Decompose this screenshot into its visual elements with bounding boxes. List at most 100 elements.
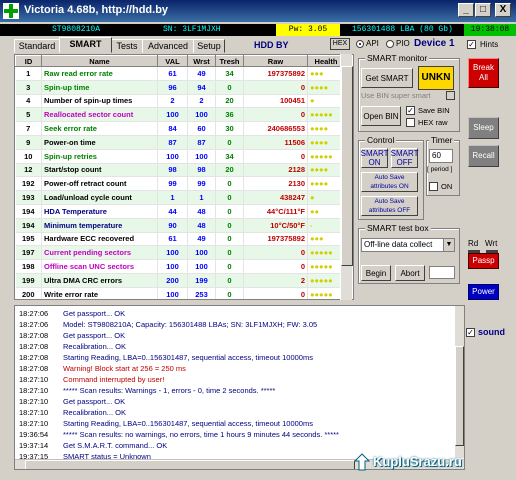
timer-on-checkbox[interactable] [429,182,438,191]
column-header-raw[interactable]: Raw [243,55,308,67]
log-timestamp: 18:27:06 [19,309,49,318]
scrollbar-thumb[interactable] [455,346,464,446]
attribute-raw: 240686553 [243,121,308,136]
attribute-raw: 0 [243,149,308,164]
abort-button[interactable]: Abort [395,265,425,281]
attribute-name: Minimum temperature [41,218,158,233]
log-timestamp: 19:36:54 [19,430,49,439]
table-row[interactable]: 198 Offline scan UNC sectors 100 100 0 0 ●●●●● [15,259,345,274]
save-bin-checkbox[interactable]: ✓ [406,106,415,115]
tab-advanced[interactable]: Advanced [142,39,194,53]
tab-setup[interactable]: Setup [193,39,225,53]
table-row[interactable]: 194 HDA Temperature 44 48 0 44°C/111°F ●● [15,204,345,219]
table-row[interactable]: 194 Minimum temperature 90 48 0 10°C/50°F - [15,218,345,233]
table-row[interactable]: 200 Write error rate 100 253 0 0 ●●●●● [15,287,345,299]
attribute-raw: 197375892 [243,232,308,247]
table-row[interactable]: 195 Hardware ECC recovered 61 49 0 197375892 ●… [15,232,345,247]
table-row[interactable]: 4 Number of spin-up times 2 2 20 100451 ● [15,94,345,109]
table-row[interactable]: 12 Start/stop count 98 98 20 2128 ●●●● [15,163,345,178]
log-message: Command interrupted by user! [63,375,165,384]
column-header-val[interactable]: VAL [157,55,188,67]
recall-button[interactable]: Recall [468,145,499,167]
table-row[interactable]: 199 Ultra DMA CRC errors 200 199 0 2 ●●●●● [15,273,345,288]
maximize-button[interactable]: □ [475,3,491,17]
timer-period-label: [ period ] [427,166,453,173]
smart-on-button[interactable]: SMART ON [361,148,389,168]
attribute-worst: 49 [187,66,216,81]
title-bar[interactable]: Victoria 4.68b, http://hdd.by _ □ X [0,0,516,22]
hex-button[interactable]: HEX [330,38,350,50]
passport-button[interactable]: Passp [468,253,499,269]
use-bin-checkbox[interactable] [446,91,455,100]
table-row[interactable]: 197 Current pending sectors 100 100 0 0 ●●●●● [15,245,345,261]
table-row[interactable]: 3 Spin-up time 96 94 0 0 ●●●● [15,80,345,95]
api-radio[interactable] [356,40,364,48]
attribute-health: - [307,218,345,233]
attribute-id: 193 [15,190,42,205]
column-header-id[interactable]: ID [15,55,42,67]
chevron-down-icon[interactable]: ▼ [443,239,454,251]
drive-info-bar: ST9808210A SN: 3LF1MJXH Pw: 3.05 1563014… [0,24,516,36]
begin-button[interactable]: Begin [361,265,391,281]
test-box-title: SMART test box [365,223,431,233]
get-smart-button[interactable]: Get SMART [361,68,413,88]
table-row[interactable]: 193 Load/unload cycle count 1 1 0 438247 ● [15,190,345,205]
tab-standard[interactable]: Standard [14,39,60,53]
table-row[interactable]: 9 Power-on time 87 87 0 11506 ●●●● [15,135,345,150]
attribute-health: ●●●● [307,80,345,95]
power-button[interactable]: Power [468,284,499,300]
attribute-worst: 100 [187,149,216,164]
attribute-name: Current pending sectors [41,245,158,261]
log-message: Get passport... OK [63,331,126,340]
log-entry: 18:27:08 Get passport... OK [15,330,457,341]
log-timestamp: 19:37:14 [19,441,49,450]
test-type-select[interactable]: Off-line data collect ▼ [361,238,455,252]
tab-smart[interactable]: SMART [59,37,112,53]
table-row[interactable]: 1 Raw read error rate 61 49 34 197375892 ●●● [15,66,345,81]
pio-radio[interactable] [386,40,394,48]
scrollbar-thumb[interactable] [341,66,353,266]
hints-checkbox[interactable]: ✓ [467,40,476,49]
event-log[interactable]: 18:27:06 Get passport... OK 18:27:06 Model:… [14,305,465,470]
table-row[interactable]: 7 Seek error rate 84 60 30 240686553 ●●●● [15,121,345,136]
open-bin-button[interactable]: Open BIN [361,106,401,126]
table-row[interactable]: 10 Spin-up retries 100 100 34 0 ●●●●● [15,149,345,164]
close-button[interactable]: X [495,3,511,17]
smart-off-button[interactable]: SMART OFF [391,148,419,168]
log-vertical-scrollbar[interactable] [455,306,464,458]
save-bin-label: Save BIN [418,106,450,115]
smart-attributes-table[interactable]: ID Name VAL Wrst Tresh Raw Health 1 Raw r… [14,54,354,300]
sound-checkbox[interactable]: ✓ [466,328,475,337]
tab-tests[interactable]: Tests [111,39,143,53]
minimize-button[interactable]: _ [458,3,474,17]
log-timestamp: 18:27:08 [19,364,49,373]
table-row[interactable]: 5 Reallocated sector count 100 100 36 0 ●●●●● [15,107,345,123]
attribute-threshold: 0 [215,176,244,192]
column-header-tresh[interactable]: Tresh [215,55,244,67]
log-entry: 18:27:10 Get passport... OK [15,396,457,407]
column-header-name[interactable]: Name [41,55,158,67]
break-all-button[interactable]: Break All [468,58,499,88]
sleep-button[interactable]: Sleep [468,117,499,139]
column-header-health[interactable]: Health [307,55,345,67]
attribute-name: Offline scan UNC sectors [41,259,158,274]
attribute-name: Number of spin-up times [41,94,158,109]
attribute-raw: 0 [243,80,308,95]
autosave-off-button[interactable]: Auto Save attributes OFF [361,196,418,216]
attribute-value: 100 [157,149,188,164]
table-row[interactable]: 192 Power-off retract count 99 99 0 2130 ●●●● [15,176,345,192]
scrollbar-thumb[interactable] [25,460,355,469]
attribute-health: ●●●●● [307,149,345,164]
pio-label: PIO [396,39,410,48]
hex-raw-checkbox[interactable] [406,118,415,127]
attribute-worst: 99 [187,176,216,192]
attribute-id: 194 [15,218,42,233]
attribute-value: 1 [157,190,188,205]
log-message: Starting Reading, LBA=0..156301487, sequ… [63,419,313,428]
timer-input[interactable]: 60 [429,149,453,163]
autosave-on-button[interactable]: Auto Save attributes ON [361,172,418,192]
column-header-wrst[interactable]: Wrst [187,55,216,67]
attribute-worst: 48 [187,204,216,219]
table-scrollbar[interactable] [340,54,353,300]
attribute-health: ●●●●● [307,107,345,123]
